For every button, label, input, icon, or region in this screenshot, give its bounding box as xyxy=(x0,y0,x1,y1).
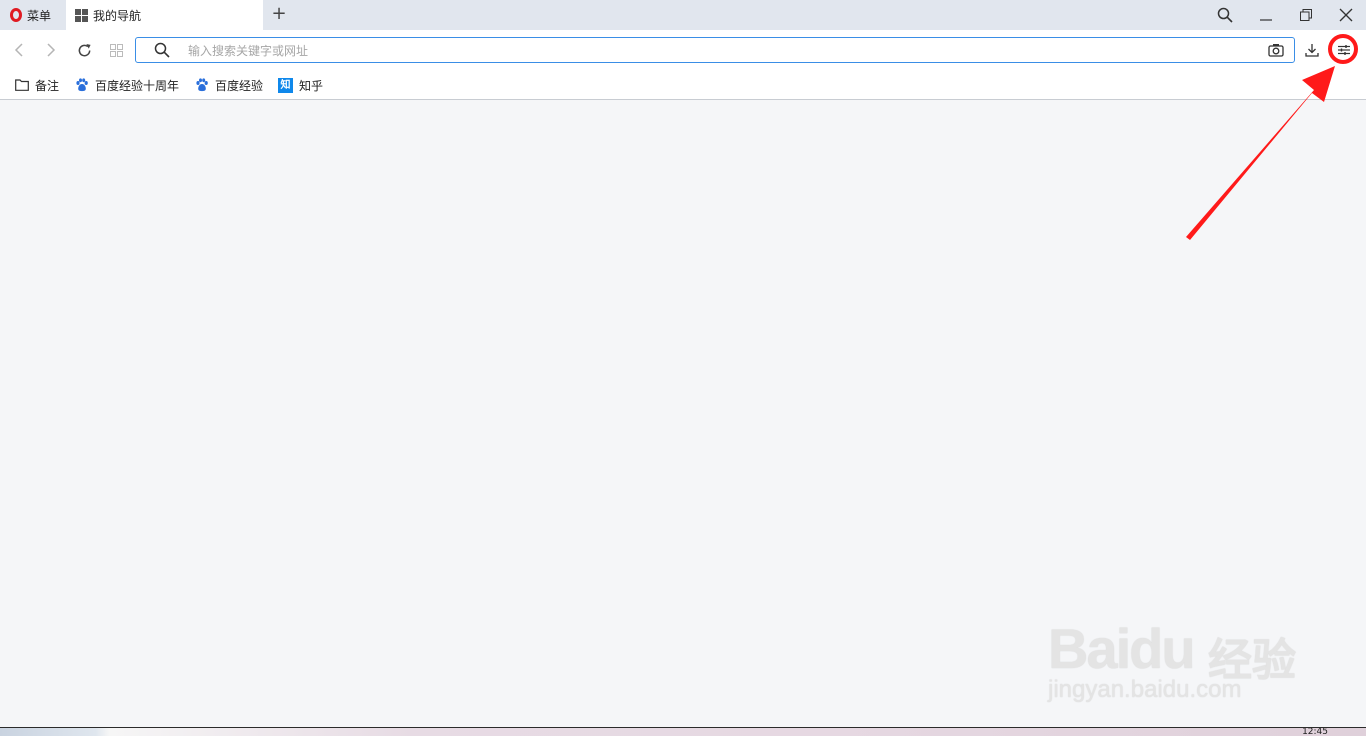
minimize-icon xyxy=(1260,19,1272,21)
bookmark-notes[interactable]: 备注 xyxy=(15,76,59,94)
reload-icon xyxy=(78,43,91,56)
grid-icon xyxy=(109,43,123,57)
annotation-arrow-icon xyxy=(1186,66,1335,240)
speed-dial-grid-icon xyxy=(75,8,88,22)
close-icon xyxy=(1339,8,1353,22)
bookmark-label: 知乎 xyxy=(299,78,324,93)
snapshot-camera-icon[interactable] xyxy=(1268,42,1284,61)
baidu-paw-icon xyxy=(76,78,88,92)
tab-strip: 菜单 我的导航 + xyxy=(0,0,1366,30)
opera-menu-button[interactable]: 菜单 xyxy=(0,0,66,30)
watermark-logo: Baidu xyxy=(1048,617,1196,680)
opera-logo-icon xyxy=(10,8,22,22)
restore-icon xyxy=(1300,9,1312,21)
address-input[interactable] xyxy=(186,41,1250,61)
bookmark-label: 百度经验十周年 xyxy=(95,78,180,93)
bookmark-label: 百度经验 xyxy=(215,78,264,93)
chevron-right-icon xyxy=(47,43,56,57)
download-icon xyxy=(1305,44,1319,57)
watermark-url: jingyan.baidu.com xyxy=(1048,676,1242,703)
reload-button[interactable] xyxy=(74,40,94,60)
zhihu-icon: 知 xyxy=(278,77,293,93)
taskbar-clock: 12:45 xyxy=(1302,728,1328,736)
forward-button[interactable] xyxy=(41,40,61,60)
restore-button[interactable] xyxy=(1296,5,1316,25)
chevron-left-icon xyxy=(14,43,23,57)
downloads-button[interactable] xyxy=(1302,40,1322,60)
bookmark-baidu-jingyan-10th[interactable]: 百度经验十周年 xyxy=(75,76,179,94)
bookmark-baidu-jingyan[interactable]: 百度经验 xyxy=(195,76,263,94)
baidu-jingyan-watermark: Baidu 经验 jingyan.baidu.com xyxy=(1048,600,1308,710)
tab-title: 我的导航 xyxy=(93,8,142,23)
back-button[interactable] xyxy=(9,40,29,60)
address-bar xyxy=(135,37,1295,63)
search-icon xyxy=(154,42,170,61)
speed-dial-button[interactable] xyxy=(106,40,126,60)
minimize-button[interactable] xyxy=(1256,5,1276,25)
bookmark-zhihu[interactable]: 知 知乎 xyxy=(278,76,323,94)
folder-icon xyxy=(15,79,29,91)
tab-my-navigation[interactable]: 我的导航 xyxy=(66,0,263,30)
taskbar-strip xyxy=(0,727,1366,736)
tab-search-button[interactable] xyxy=(1215,5,1235,25)
bookmarks-bar: 备注 百度经验十周年 百度经验 知 知乎 xyxy=(0,70,1366,100)
new-tab-button[interactable]: + xyxy=(270,5,288,23)
baidu-paw-icon xyxy=(196,78,208,92)
close-button[interactable] xyxy=(1336,5,1356,25)
search-icon xyxy=(1217,7,1233,23)
menu-label: 菜单 xyxy=(27,8,52,23)
navigation-toolbar xyxy=(0,30,1366,70)
bookmark-label: 备注 xyxy=(35,78,60,93)
